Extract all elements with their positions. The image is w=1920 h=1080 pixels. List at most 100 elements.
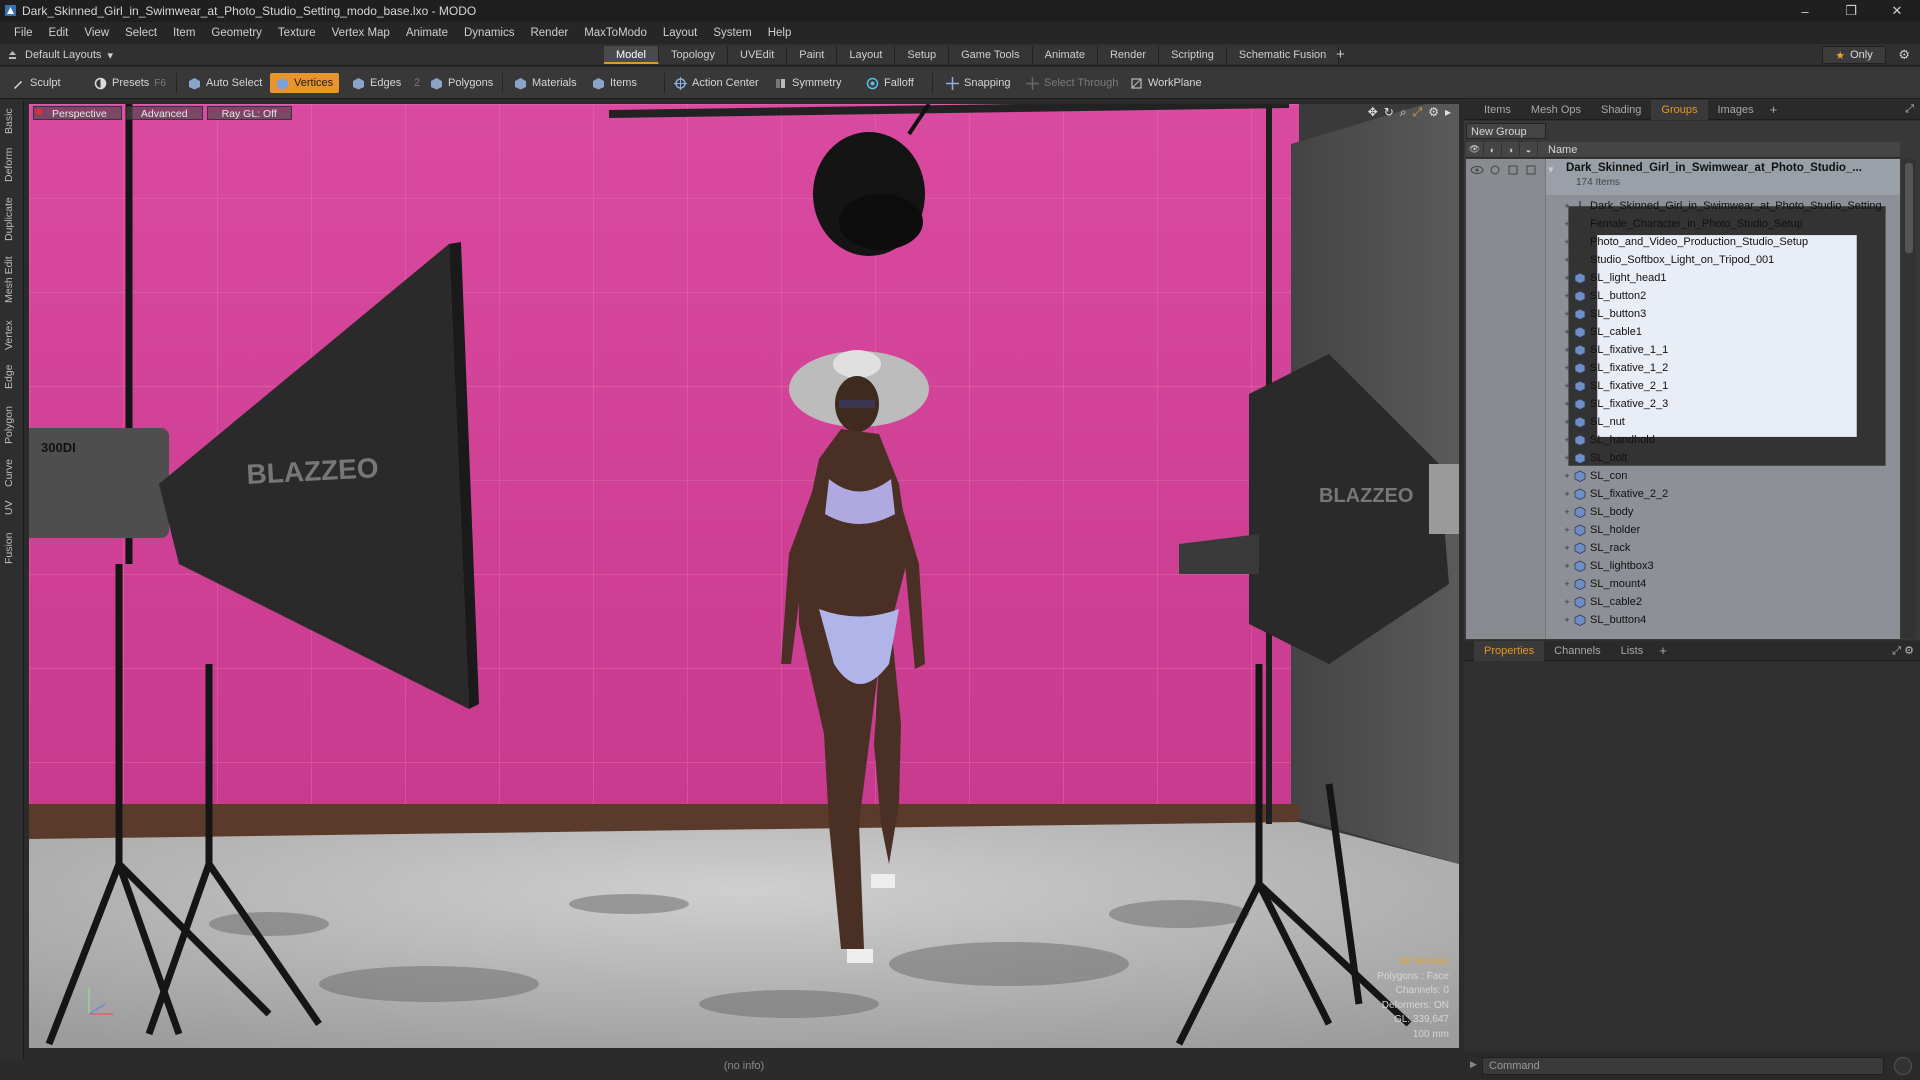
menu-layout[interactable]: Layout: [655, 27, 706, 39]
gear-icon[interactable]: ⚙: [1898, 47, 1910, 63]
tree-item[interactable]: + SL_mount4: [1546, 575, 1900, 593]
tab-mesh-ops[interactable]: Mesh Ops: [1521, 100, 1591, 120]
eye-icon[interactable]: [1470, 164, 1484, 176]
tab-schematic-fusion[interactable]: Schematic Fusion: [1226, 46, 1340, 64]
vtab-curve[interactable]: Curve: [3, 456, 21, 490]
expand-icon[interactable]: +: [1560, 471, 1574, 481]
tree-item[interactable]: + Studio_Softbox_Light_on_Tripod_001: [1546, 251, 1900, 269]
symmetry-button[interactable]: Symmetry: [768, 73, 848, 93]
menu-item[interactable]: Item: [165, 27, 203, 39]
command-input[interactable]: Command: [1482, 1057, 1884, 1075]
rotate-view-icon[interactable]: ↻: [1384, 105, 1394, 120]
menu-select[interactable]: Select: [117, 27, 165, 39]
groups-scrollbar[interactable]: [1902, 159, 1916, 639]
layouts-selector[interactable]: Default Layouts ▾: [6, 44, 113, 66]
tree-item[interactable]: + Dark_Skinned_Girl_in_Swimwear_at_Photo_…: [1546, 197, 1900, 215]
menu-edit[interactable]: Edit: [41, 27, 77, 39]
tree-item[interactable]: + SL_body: [1546, 503, 1900, 521]
tab-render[interactable]: Render: [1097, 46, 1160, 64]
tree-item[interactable]: + SL_holder: [1546, 521, 1900, 539]
3d-viewport[interactable]: 300DI BLAZZEO BLAZZEO Perspective Advanc…: [29, 104, 1459, 1048]
expand-icon[interactable]: +: [1560, 399, 1574, 409]
menu-system[interactable]: System: [705, 27, 759, 39]
expand-icon[interactable]: +: [1560, 489, 1574, 499]
expand-icon[interactable]: +: [1560, 525, 1574, 535]
materials-button[interactable]: Materials: [508, 73, 583, 93]
tab-shading[interactable]: Shading: [1591, 100, 1651, 120]
auto-select-button[interactable]: Auto Select: [182, 73, 268, 93]
move-view-icon[interactable]: ✥: [1368, 105, 1378, 120]
tree-item[interactable]: + SL_fixative_2_2: [1546, 485, 1900, 503]
add-panel-tab-icon[interactable]: +: [1764, 102, 1784, 117]
expand-icon[interactable]: +: [1560, 507, 1574, 517]
expand-icon[interactable]: +: [1560, 579, 1574, 589]
lock-column-icon[interactable]: ◑: [1502, 141, 1520, 158]
tree-item[interactable]: + SL_button2: [1546, 287, 1900, 305]
name-column-header[interactable]: Name: [1538, 144, 1577, 156]
tree-item[interactable]: + SL_fixative_2_1: [1546, 377, 1900, 395]
presets-button[interactable]: Presets F6: [88, 73, 172, 93]
expand-icon[interactable]: +: [1560, 561, 1574, 571]
tab-images[interactable]: Images: [1708, 100, 1764, 120]
new-group-button[interactable]: New Group: [1466, 123, 1546, 139]
tab-game-tools[interactable]: Game Tools: [949, 46, 1033, 64]
expand-icon[interactable]: +: [1560, 327, 1574, 337]
edges-button[interactable]: Edges: [346, 73, 407, 93]
expand-icon[interactable]: +: [1560, 615, 1574, 625]
minimize-button[interactable]: –: [1782, 0, 1828, 22]
vtab-uv[interactable]: UV: [3, 498, 21, 518]
tab-lists[interactable]: Lists: [1611, 641, 1654, 661]
tab-channels[interactable]: Channels: [1544, 641, 1610, 661]
select-toggle-icon[interactable]: [1524, 164, 1538, 176]
zoom-view-icon[interactable]: ⌕: [1400, 105, 1407, 120]
menu-dynamics[interactable]: Dynamics: [456, 27, 522, 39]
tab-animate[interactable]: Animate: [1032, 46, 1098, 64]
add-panel-tab-icon[interactable]: +: [1653, 643, 1673, 658]
menu-file[interactable]: File: [6, 27, 41, 39]
shading-mode-button[interactable]: Advanced: [125, 106, 203, 120]
vtab-vertex[interactable]: Vertex: [3, 316, 21, 354]
menu-texture[interactable]: Texture: [270, 27, 324, 39]
viewport-menu-icon[interactable]: ▸: [1445, 105, 1451, 120]
menu-animate[interactable]: Animate: [398, 27, 456, 39]
tab-setup[interactable]: Setup: [895, 46, 950, 64]
tree-item[interactable]: + SL_fixative_1_2: [1546, 359, 1900, 377]
polygons-button[interactable]: Polygons: [424, 73, 499, 93]
tab-topology[interactable]: Topology: [658, 46, 729, 64]
expand-icon[interactable]: +: [1560, 291, 1574, 301]
tree-item[interactable]: + SL_fixative_2_3: [1546, 395, 1900, 413]
tab-layout[interactable]: Layout: [837, 46, 896, 64]
action-center-button[interactable]: Action Center: [668, 73, 765, 93]
tab-items[interactable]: Items: [1474, 100, 1521, 120]
tree-item[interactable]: + SL_rack: [1546, 539, 1900, 557]
tree-item[interactable]: + Female_Character_in_Photo_Studio_Setup: [1546, 215, 1900, 233]
expand-icon[interactable]: +: [1560, 543, 1574, 553]
render-column-icon[interactable]: ◐: [1484, 141, 1502, 158]
expand-icon[interactable]: +: [1560, 453, 1574, 463]
menu-render[interactable]: Render: [522, 27, 576, 39]
vtab-edge[interactable]: Edge: [3, 362, 21, 392]
expand-icon[interactable]: +: [1560, 597, 1574, 607]
tree-item[interactable]: + SL_con: [1546, 467, 1900, 485]
viewport-settings-icon[interactable]: ⚙: [1428, 105, 1439, 120]
panel-expand-icon[interactable]: ⤢: [1905, 103, 1914, 116]
sculpt-button[interactable]: Sculpt: [6, 73, 67, 93]
menu-maxtomodo[interactable]: MaxToModo: [576, 27, 655, 39]
collapse-arrow-icon[interactable]: ▾: [1548, 163, 1554, 176]
visibility-column-icon[interactable]: 👁: [1466, 141, 1484, 158]
vtab-mesh-edit[interactable]: Mesh Edit: [3, 254, 21, 306]
tree-item[interactable]: + SL_nut: [1546, 413, 1900, 431]
tree-item[interactable]: + SL_cable2: [1546, 593, 1900, 611]
menu-view[interactable]: View: [76, 27, 117, 39]
vtab-deform[interactable]: Deform: [3, 146, 21, 184]
expand-icon[interactable]: +: [1560, 273, 1574, 283]
tree-item[interactable]: + SL_handhold: [1546, 431, 1900, 449]
vtab-fusion[interactable]: Fusion: [3, 530, 21, 566]
vertices-button[interactable]: Vertices: [270, 73, 340, 93]
tab-properties[interactable]: Properties: [1474, 640, 1545, 661]
items-button[interactable]: Items: [586, 73, 643, 93]
tab-paint[interactable]: Paint: [787, 46, 838, 64]
tab-scripting[interactable]: Scripting: [1159, 46, 1227, 64]
workplane-button[interactable]: WorkPlane: [1124, 73, 1208, 93]
panel-expand-icon[interactable]: ⤢ ⚙: [1892, 644, 1914, 658]
